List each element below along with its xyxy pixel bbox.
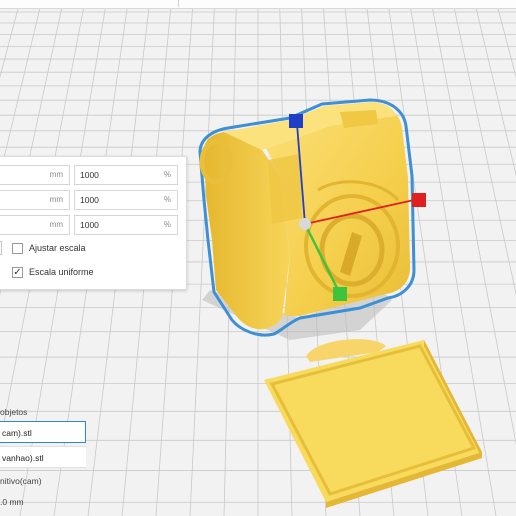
unit-label: mm [49, 195, 63, 204]
size-y-input[interactable]: mm [0, 190, 70, 210]
snap-scaling-label: Ajustar escala [29, 243, 86, 253]
percent-value: 1000 [80, 170, 99, 180]
unit-label: % [163, 220, 171, 229]
object-name: cam).stl [2, 428, 32, 438]
object-name: vanhao).stl [2, 453, 44, 463]
size-z-input[interactable]: mm [0, 215, 70, 235]
percent-value: 1000 [80, 195, 99, 205]
objects-panel-title: objetos [0, 407, 28, 417]
gizmo-center [299, 218, 311, 230]
checkmark-icon: ✓ [13, 267, 22, 278]
unit-label: % [163, 170, 171, 179]
top-toolbar-edge [0, 0, 516, 9]
object-list-item[interactable]: vanhao).stl [0, 446, 86, 468]
percent-z-input[interactable]: 1000% [74, 215, 178, 235]
object-info-name: nitivo(cam) [0, 476, 42, 486]
move-handle-z-icon[interactable] [289, 114, 303, 128]
snap-scaling-checkbox[interactable] [12, 243, 23, 254]
uniform-scaling-option[interactable]: ✓ Escala uniforme [0, 266, 186, 282]
reset-button-edge[interactable] [0, 241, 2, 255]
unit-label: mm [49, 220, 63, 229]
move-handle-y-icon[interactable] [333, 287, 347, 301]
unit-label: mm [49, 170, 63, 179]
percent-x-input[interactable]: 1000% [74, 165, 178, 185]
unit-label: % [163, 195, 171, 204]
camera-model[interactable] [198, 98, 416, 337]
object-list-item[interactable]: cam).stl [0, 421, 86, 443]
uniform-scaling-checkbox[interactable]: ✓ [12, 267, 23, 278]
size-x-input[interactable]: mm [0, 165, 70, 185]
uniform-scaling-label: Escala uniforme [29, 267, 94, 277]
toolbar-divider [178, 0, 179, 7]
scale-panel: mm 1000% mm 1000% mm 1000% Ajustar escal… [0, 156, 187, 290]
move-handle-x-icon[interactable] [412, 193, 426, 207]
percent-value: 1000 [80, 220, 99, 230]
percent-y-input[interactable]: 1000% [74, 190, 178, 210]
snap-scaling-option[interactable]: Ajustar escala [0, 241, 186, 258]
object-info-dimension: .0 mm [0, 497, 24, 507]
